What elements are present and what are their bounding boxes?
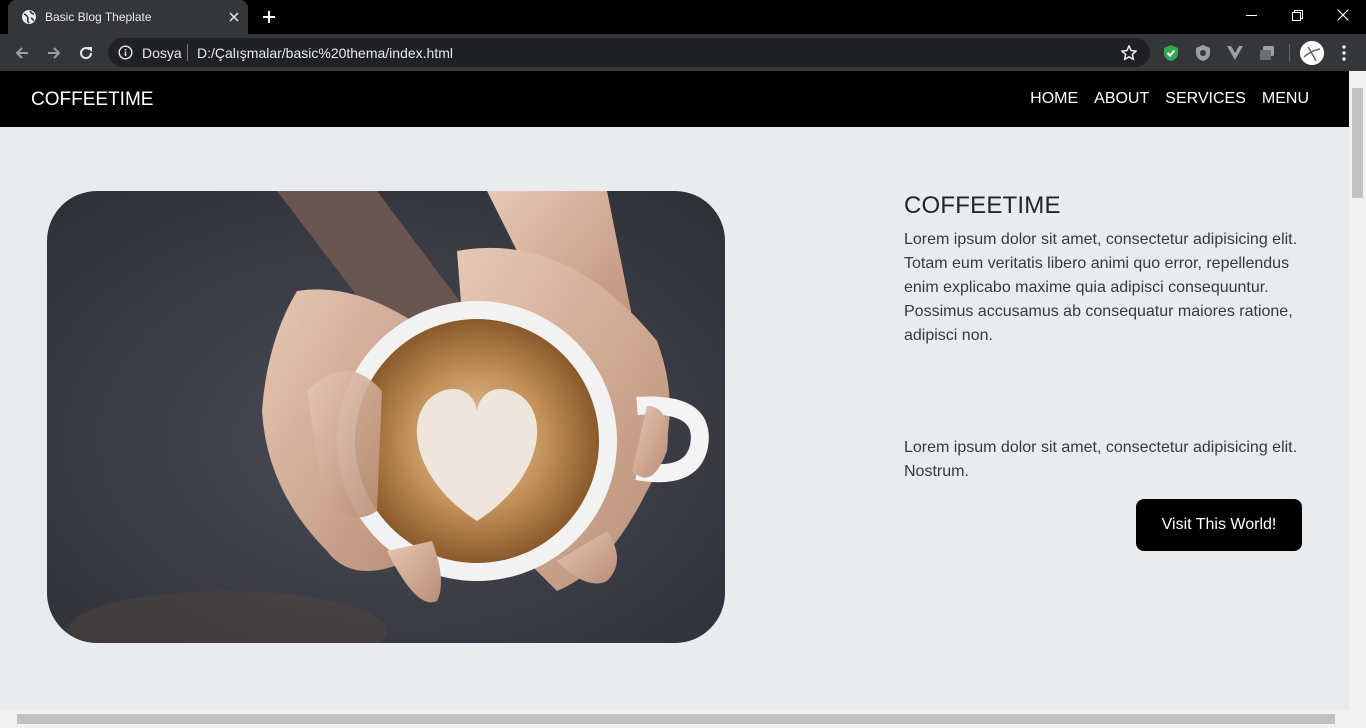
privacy-shield-extension-icon[interactable] (1193, 43, 1213, 63)
new-tab-button[interactable] (259, 7, 279, 27)
hero-paragraph-1: Lorem ipsum dolor sit amet, consectetur … (904, 231, 1298, 344)
horizontal-scrollbar[interactable] (0, 710, 1366, 728)
nav-links: HOME ABOUT SERVICES MENU (1030, 90, 1309, 108)
omnibox-divider (187, 44, 188, 61)
url-text[interactable]: D:/Çalışmalar/basic%20thema/index.html (197, 45, 453, 61)
minimize-window-icon[interactable] (1228, 0, 1274, 30)
nav-link-services[interactable]: SERVICES (1165, 90, 1246, 108)
profile-avatar[interactable] (1300, 41, 1324, 65)
bookmark-star-icon[interactable] (1120, 44, 1138, 62)
page-viewport: COFFEETIME HOME ABOUT SERVICES MENU COFF… (0, 71, 1349, 710)
close-window-icon[interactable] (1320, 0, 1366, 30)
reload-icon[interactable] (74, 41, 98, 65)
horizontal-scroll-thumb[interactable] (17, 714, 1335, 724)
tab-title: Basic Blog Theplate (45, 10, 152, 24)
vue-devtools-extension-icon[interactable] (1225, 43, 1245, 63)
scheme-label: Dosya (142, 45, 182, 61)
forward-arrow-icon[interactable] (42, 41, 66, 65)
coffee-cup-image (47, 191, 725, 643)
browser-tab[interactable]: Basic Blog Theplate (8, 0, 248, 34)
close-tab-icon[interactable] (226, 9, 242, 25)
hero-heading: COFFEETIME (904, 192, 1061, 219)
tab-strip: Basic Blog Theplate (0, 0, 1366, 34)
vertical-scrollbar[interactable] (1349, 71, 1366, 710)
browser-toolbar: Dosya D:/Çalışmalar/basic%20thema/index.… (0, 34, 1366, 71)
info-icon[interactable] (118, 45, 133, 60)
visit-world-button[interactable]: Visit This World! (1136, 499, 1302, 551)
nav-link-menu[interactable]: MENU (1262, 90, 1309, 108)
more-options-icon[interactable] (1334, 43, 1354, 63)
globe-icon (21, 9, 37, 25)
hero-paragraph-2: Lorem ipsum dolor sit amet, consectetur … (904, 439, 1298, 480)
shield-check-extension-icon[interactable] (1161, 43, 1181, 63)
hero-content: COFFEETIME Lorem ipsum dolor sit amet, c… (904, 192, 1304, 484)
back-arrow-icon[interactable] (10, 41, 34, 65)
nav-link-home[interactable]: HOME (1030, 90, 1078, 108)
toolbar-divider (1289, 44, 1290, 62)
site-navbar: COFFEETIME HOME ABOUT SERVICES MENU (0, 71, 1349, 127)
nav-link-about[interactable]: ABOUT (1094, 90, 1149, 108)
restore-window-icon[interactable] (1274, 0, 1320, 30)
tab-manager-extension-icon[interactable] (1257, 43, 1277, 63)
site-brand[interactable]: COFFEETIME (31, 89, 153, 111)
vertical-scroll-thumb[interactable] (1352, 88, 1363, 198)
address-bar[interactable]: Dosya D:/Çalışmalar/basic%20thema/index.… (108, 38, 1150, 67)
